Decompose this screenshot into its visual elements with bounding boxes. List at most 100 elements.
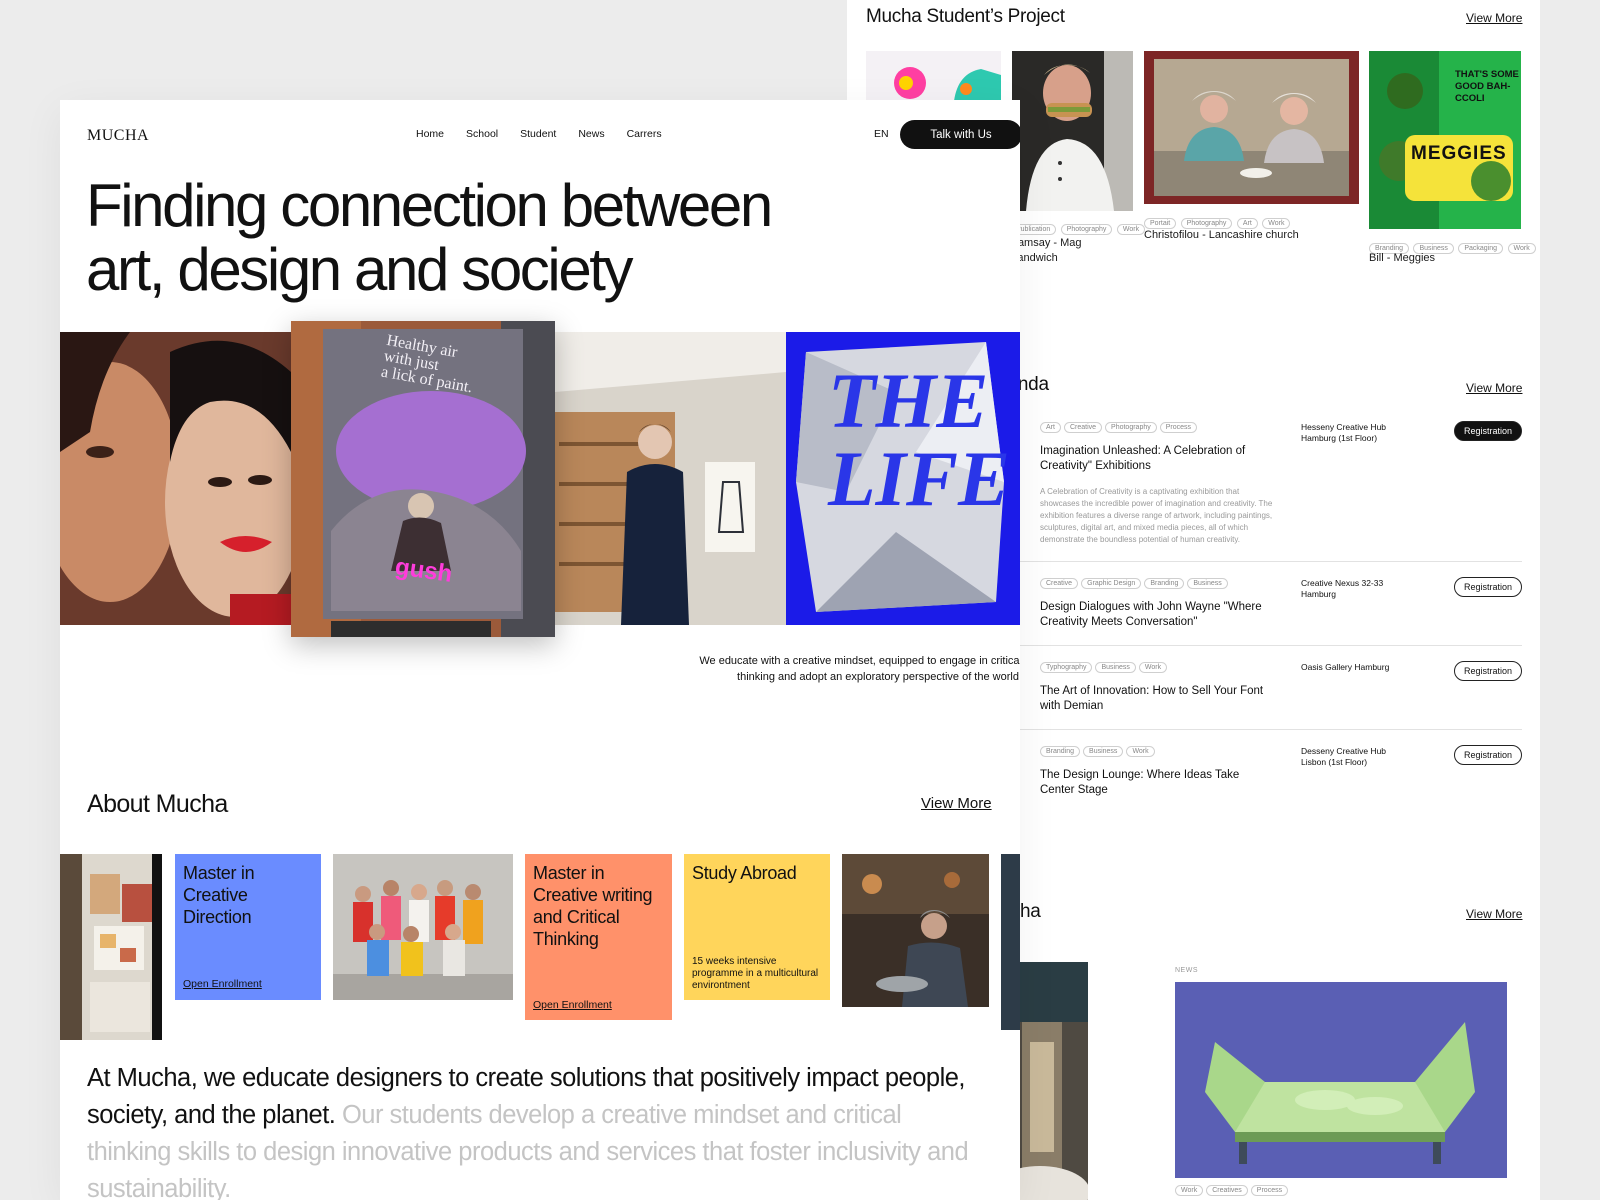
event-place-line: Hesseny Creative Hub bbox=[1301, 422, 1387, 432]
news-view-more-link[interactable]: View More bbox=[1466, 907, 1522, 921]
talk-with-us-button[interactable]: Talk with Us bbox=[900, 120, 1020, 149]
tag[interactable]: Business bbox=[1095, 662, 1136, 673]
tag[interactable]: Photography bbox=[1105, 422, 1157, 433]
meggies-product-text: MEGGIES bbox=[1411, 143, 1507, 164]
nav-item-student[interactable]: Student bbox=[520, 128, 556, 140]
language-switcher[interactable]: EN bbox=[874, 128, 889, 140]
tag[interactable]: Art bbox=[1236, 218, 1258, 229]
event-place-line: Oasis Gallery Hamburg bbox=[1301, 662, 1390, 672]
registration-button[interactable]: Registration bbox=[1453, 661, 1522, 681]
project-image-ramsay bbox=[1012, 51, 1133, 211]
intro-text: We educate with a creative mindset, equi… bbox=[620, 653, 1020, 685]
event-place-line: Hamburg (1st Floor) bbox=[1301, 433, 1378, 443]
intro-line: We educate with a creative mindset, equi… bbox=[699, 655, 1020, 667]
event-tags: Creative Graphic Design Branding Busines… bbox=[1040, 578, 1228, 589]
tag[interactable]: Work bbox=[1138, 662, 1168, 673]
nav-item-carrers[interactable]: Carrers bbox=[627, 128, 662, 140]
projects-title: Mucha Student’s Project bbox=[866, 6, 1065, 27]
poster-line: LIFE bbox=[828, 435, 1011, 522]
program-enrollment-link[interactable]: Open Enrollment bbox=[183, 978, 262, 990]
tag[interactable]: Creatives bbox=[1206, 1185, 1248, 1196]
hero-image-billboard: Healthy air with just a lick of paint. g… bbox=[291, 321, 555, 637]
event-title[interactable]: The Design Lounge: Where Ideas Take Cent… bbox=[1040, 768, 1270, 798]
project-tags-ramsay: Publication Photography Work bbox=[1010, 218, 1146, 236]
mission-statement: At Mucha, we educate designers to create… bbox=[87, 1060, 987, 1200]
event-place-line: Hamburg bbox=[1301, 589, 1336, 599]
program-title: Study Abroad bbox=[692, 863, 797, 883]
hero-image-poster: THE LIFE bbox=[786, 332, 1020, 625]
agenda-event-row[interactable]: Branding Business Work The Design Lounge… bbox=[1010, 742, 1522, 802]
project-image-christofilou bbox=[1144, 51, 1359, 204]
tag[interactable]: Work bbox=[1116, 224, 1146, 235]
agenda-view-more-link[interactable]: View More bbox=[1466, 381, 1522, 395]
event-tags: Art Creative Photography Process bbox=[1040, 422, 1198, 433]
about-image-group-photo[interactable] bbox=[333, 854, 513, 1000]
program-card-creative-writing[interactable]: Master in Creative writing and Critical … bbox=[525, 854, 672, 1020]
logo[interactable]: MUCHA bbox=[87, 127, 149, 145]
tag[interactable]: Photography bbox=[1180, 218, 1233, 229]
about-image-moodboard[interactable] bbox=[60, 854, 162, 1040]
news-label: NEWS bbox=[1175, 967, 1198, 974]
nav-item-news[interactable]: News bbox=[578, 128, 604, 140]
front-panel: MUCHA Home School Student News Carrers E… bbox=[60, 100, 1020, 1200]
program-title: Master in Creative Direction bbox=[183, 863, 255, 927]
project-caption-ramsay[interactable]: Ramsay - Mag Sandwich bbox=[1010, 236, 1110, 266]
program-note: 15 weeks intensive programme in a multic… bbox=[692, 956, 819, 991]
tag[interactable]: Graphic Design bbox=[1081, 578, 1142, 589]
tag[interactable]: Work bbox=[1175, 1185, 1204, 1196]
tag[interactable]: Branding bbox=[1040, 746, 1081, 757]
event-title[interactable]: The Art of Innovation: How to Sell Your … bbox=[1040, 684, 1270, 714]
about-title: About Mucha bbox=[87, 790, 228, 818]
tag[interactable]: Business bbox=[1083, 746, 1124, 757]
tag[interactable]: Process bbox=[1250, 1185, 1289, 1196]
project-caption-christofilou[interactable]: Christofilou - Lancashire church bbox=[1144, 229, 1299, 241]
hero-image-portraits bbox=[60, 332, 291, 625]
tag[interactable]: Packaging bbox=[1458, 243, 1504, 254]
registration-button[interactable]: Registration bbox=[1453, 421, 1522, 441]
tag[interactable]: Branding bbox=[1144, 578, 1185, 589]
tag[interactable]: Typhography bbox=[1040, 662, 1093, 673]
poster-headline: THE LIFE bbox=[828, 362, 1010, 518]
tag[interactable]: Photography bbox=[1060, 224, 1113, 235]
agenda-event-row[interactable]: Typhography Business Work The Art of Inn… bbox=[1010, 658, 1522, 730]
projects-view-more-link[interactable]: View More bbox=[1466, 11, 1522, 25]
program-card-study-abroad[interactable]: Study Abroad 15 weeks intensive programm… bbox=[684, 854, 830, 1000]
tag[interactable]: Business bbox=[1187, 578, 1228, 589]
nav-item-school[interactable]: School bbox=[466, 128, 498, 140]
about-view-more-link[interactable]: View More bbox=[921, 795, 992, 812]
agenda-event-row[interactable]: Art Creative Photography Process Imagina… bbox=[1010, 418, 1522, 562]
tag[interactable]: Work bbox=[1507, 243, 1536, 254]
intro-line: thinking and adopt an exploratory perspe… bbox=[737, 671, 1020, 683]
tag[interactable]: Creative bbox=[1040, 578, 1079, 589]
event-title[interactable]: Imagination Unleashed: A Celebration of … bbox=[1040, 444, 1270, 474]
news-tags: Work Creatives Process bbox=[1175, 1185, 1289, 1196]
agenda-event-row[interactable]: Creative Graphic Design Branding Busines… bbox=[1010, 574, 1522, 646]
poster-line: THE bbox=[828, 357, 989, 444]
hero-title: Finding connection between art, design a… bbox=[86, 174, 886, 302]
event-place-line: Creative Nexus 32-33 bbox=[1301, 578, 1384, 588]
program-enrollment-link[interactable]: Open Enrollment bbox=[533, 999, 612, 1011]
news-image-sofa[interactable] bbox=[1175, 982, 1507, 1178]
tag[interactable]: Art bbox=[1040, 422, 1061, 433]
about-image-workshop[interactable] bbox=[842, 854, 989, 1007]
project-caption-meggies[interactable]: Bill - Meggies bbox=[1369, 252, 1435, 264]
tag[interactable]: Creative bbox=[1063, 422, 1103, 433]
event-title[interactable]: Design Dialogues with John Wayne "Where … bbox=[1040, 600, 1270, 630]
project-tags-christofilou: Portait Photography Art Work bbox=[1144, 212, 1291, 230]
nav-item-home[interactable]: Home bbox=[416, 128, 444, 140]
tag[interactable]: Process bbox=[1159, 422, 1198, 433]
tag[interactable]: Work bbox=[1262, 218, 1291, 229]
meggies-poster-text: THAT'S SOME GOOD BAH-CCOLI bbox=[1455, 69, 1519, 104]
registration-button[interactable]: Registration bbox=[1453, 577, 1522, 597]
hero-image-studio bbox=[555, 332, 786, 625]
registration-button[interactable]: Registration bbox=[1453, 745, 1522, 765]
main-nav: Home School Student News Carrers bbox=[416, 128, 662, 140]
tag[interactable]: Portait bbox=[1144, 218, 1177, 229]
event-place-line: Lisbon (1st Floor) bbox=[1301, 757, 1368, 767]
project-image-flower bbox=[866, 51, 1001, 101]
hero-title-line: art, design and society bbox=[86, 236, 634, 303]
event-tags: Branding Business Work bbox=[1040, 746, 1155, 757]
program-card-creative-direction[interactable]: Master in Creative Direction Open Enroll… bbox=[175, 854, 321, 1000]
event-place: Oasis Gallery Hamburg bbox=[1301, 662, 1421, 673]
tag[interactable]: Work bbox=[1126, 746, 1155, 757]
